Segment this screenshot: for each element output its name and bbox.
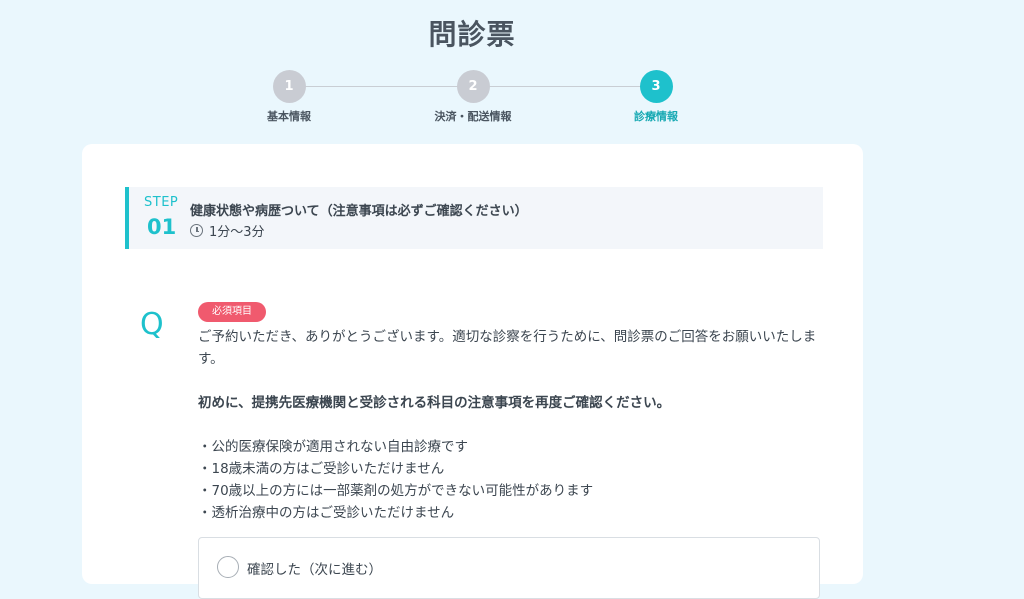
estimated-time: 1分〜3分 xyxy=(190,221,265,240)
progress-stepper: 1 基本情報 2 決済・配送情報 3 診療情報 xyxy=(0,70,1024,130)
question-emphasis: 初めに、提携先医療機関と受診される科目の注意事項を再度ご確認ください。 xyxy=(198,395,671,411)
question-mark: Q xyxy=(140,307,164,342)
step-number: 01 xyxy=(147,215,177,239)
step-label: 診療情報 xyxy=(634,110,678,123)
clock-icon xyxy=(190,224,203,237)
step-label: 基本情報 xyxy=(267,110,311,123)
step-circle: 2 xyxy=(456,70,490,103)
confirm-option-label[interactable]: 確認した（次に進む） xyxy=(247,558,382,578)
question-intro: ご予約いただき、ありがとうございます。適切な診察を行うために、問診票のご回答をお… xyxy=(198,329,817,367)
question-body: ご予約いただき、ありがとうございます。適切な診察を行うために、問診票のご回答をお… xyxy=(198,326,818,524)
confirm-option[interactable]: 確認した（次に進む） xyxy=(198,537,820,599)
step-circle: 3 xyxy=(639,70,673,103)
step-circle: 1 xyxy=(272,70,306,103)
step-medical-info: 3 診療情報 xyxy=(596,70,716,124)
step-basic-info: 1 基本情報 xyxy=(229,70,349,124)
list-item: ・18歳未満の方はご受診いただけません xyxy=(198,461,445,477)
step-payment-shipping: 2 決済・配送情報 xyxy=(413,70,533,124)
required-badge: 必須項目 xyxy=(198,302,266,322)
section-heading: 健康状態や病歴ついて（注意事項は必ずご確認ください） xyxy=(190,204,528,219)
questionnaire-card: STEP 01 健康状態や病歴ついて（注意事項は必ずご確認ください） 1分〜3分… xyxy=(82,144,863,599)
notes-list: ・公的医療保険が適用されない自由診療です ・18歳未満の方はご受診いただけません… xyxy=(198,436,818,524)
confirm-radio[interactable] xyxy=(217,556,239,578)
page-title: 問診票 xyxy=(428,18,516,51)
list-item: ・透析治療中の方はご受診いただけません xyxy=(198,505,455,521)
list-item: ・公的医療保険が適用されない自由診療です xyxy=(198,439,468,455)
step-label: 決済・配送情報 xyxy=(434,110,512,123)
estimated-time-text: 1分〜3分 xyxy=(209,225,265,240)
step-word: STEP xyxy=(144,195,179,210)
section-header: STEP 01 健康状態や病歴ついて（注意事項は必ずご確認ください） 1分〜3分 xyxy=(125,187,823,249)
list-item: ・70歳以上の方には一部薬剤の処方ができない可能性があります xyxy=(198,483,594,499)
